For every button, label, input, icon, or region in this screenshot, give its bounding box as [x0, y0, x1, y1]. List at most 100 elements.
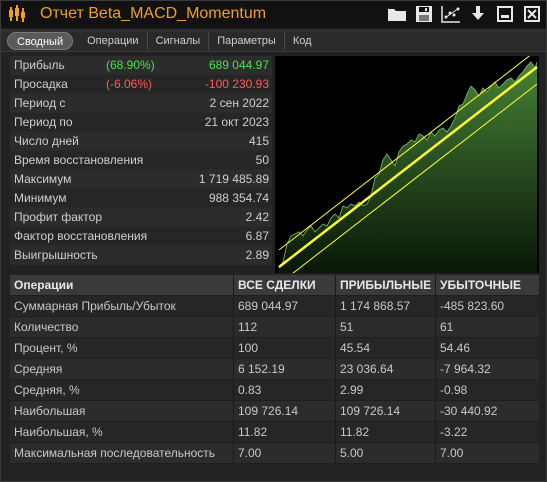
minimize-icon[interactable] [494, 4, 515, 24]
table-row: Максимальная последовательность 7.00 5.0… [10, 443, 539, 464]
table-cell: 7.00 [234, 443, 336, 463]
save-icon[interactable] [413, 4, 434, 24]
tab-signals[interactable]: Сигналы [148, 32, 210, 50]
equity-chart-svg [278, 56, 538, 273]
table-cell: 0.83 [234, 380, 336, 400]
folder-icon[interactable] [386, 4, 407, 24]
stat-label: Число дней [14, 134, 79, 148]
stat-value: 2.42 [245, 210, 269, 224]
stat-value: 1 719 485.89 [198, 172, 269, 186]
row-label: Наибольшая [10, 401, 234, 421]
table-cell: 109 726.14 [234, 401, 336, 421]
drawdown-value: -100 230.93 [204, 77, 269, 91]
tab-summary[interactable]: Сводный [7, 32, 74, 50]
table-row: Количество 112 51 61 [10, 317, 539, 338]
close-icon[interactable] [521, 4, 542, 24]
table-cell: 6 152.19 [234, 359, 336, 379]
operations-table: Операции ВСЕ СДЕЛКИ ПРИБЫЛЬНЫЕ УБЫТОЧНЫЕ… [10, 275, 539, 464]
table-cell: -3.22 [440, 425, 468, 439]
table-cell: -485 823.60 [440, 299, 505, 313]
stat-value: 415 [248, 134, 269, 148]
stat-row-profit-factor: Профит фактор 2.42 [10, 208, 272, 227]
row-label: Максимальная последовательность [10, 443, 234, 463]
header-cell: Операции [10, 275, 234, 295]
table-cell: 61 [440, 320, 454, 334]
table-cell: 689 044.97 [234, 296, 336, 316]
stat-label: Период по [14, 115, 73, 129]
table-row: Наибольшая 109 726.14 109 726.14 -30 440… [10, 401, 539, 422]
stat-value: 6.87 [245, 229, 269, 243]
tab-parameters[interactable]: Параметры [209, 32, 285, 50]
row-label: Средняя, % [10, 380, 234, 400]
table-cell: 23 036.64 [336, 359, 436, 379]
table-row: Средняя 6 152.19 23 036.64 -7 964.32 [10, 359, 539, 380]
row-label: Наибольшая, % [10, 422, 234, 442]
table-cell: 7.00 [440, 446, 464, 460]
stat-label: Период с [14, 96, 66, 110]
table-header: Операции ВСЕ СДЕЛКИ ПРИБЫЛЬНЫЕ УБЫТОЧНЫЕ [10, 275, 539, 296]
stat-row-drawdown: Просадка (-6.06%) -100 230.93 [10, 75, 272, 94]
table-cell: 109 726.14 [336, 401, 436, 421]
row-label: Количество [10, 317, 234, 337]
stat-value: 50 [255, 153, 269, 167]
tab-code[interactable]: Код [285, 32, 320, 50]
table-cell: 112 [234, 317, 336, 337]
stat-row-profit: Прибыль (68.90%) 689 044.97 [10, 56, 272, 75]
title-bar: Отчет Beta_MACD_Momentum [1, 1, 546, 28]
stat-label: Выигрышность [14, 248, 98, 262]
table-cell: -30 440.92 [440, 404, 498, 418]
table-row: Средняя, % 0.83 2.99 -0.98 [10, 380, 539, 401]
table-cell: -0.98 [440, 383, 468, 397]
tab-bar: Сводный Операции Сигналы Параметры Код [1, 30, 546, 52]
header-cell: ВСЕ СДЕЛКИ [234, 275, 336, 295]
stat-label: Минимум [14, 191, 67, 205]
app-logo-icon [9, 4, 27, 24]
stat-row-period-from: Период с 2 сен 2022 [10, 94, 272, 113]
row-label: Процент, % [10, 338, 234, 358]
drawdown-percent: (-6.06%) [106, 77, 153, 91]
summary-stats: Прибыль (68.90%) 689 044.97 Просадка (-6… [10, 56, 272, 265]
stat-value: 2 сен 2022 [209, 96, 269, 110]
stat-label: Просадка [14, 77, 68, 91]
table-cell: 54.46 [440, 341, 471, 355]
profit-value: 689 044.97 [208, 58, 269, 72]
stat-row-maximum: Максимум 1 719 485.89 [10, 170, 272, 189]
table-cell: 11.82 [234, 422, 336, 442]
stat-label: Профит фактор [14, 210, 103, 224]
table-cell: 2.99 [336, 380, 436, 400]
stat-row-win-rate: Выигрышность 2.89 [10, 246, 272, 265]
profit-percent: (68.90%) [106, 58, 155, 72]
stat-value: 21 окт 2023 [204, 115, 269, 129]
table-cell: 11.82 [336, 422, 436, 442]
report-window: Отчет Beta_MACD_Momentum Сводный Операци… [0, 0, 547, 482]
stat-row-minimum: Минимум 988 354.74 [10, 189, 272, 208]
stat-row-recovery-time: Время восстановления 50 [10, 151, 272, 170]
table-cell: 45.54 [336, 338, 436, 358]
equity-chart [275, 56, 539, 273]
table-cell: 5.00 [336, 443, 436, 463]
download-icon[interactable] [467, 4, 488, 24]
stat-value: 988 354.74 [208, 191, 269, 205]
row-label: Суммарная Прибыль/Убыток [10, 296, 234, 316]
stat-label: Фактор восстановления [14, 229, 148, 243]
table-cell: 1 174 868.57 [336, 296, 436, 316]
row-label: Средняя [10, 359, 234, 379]
stat-value: 2.89 [245, 248, 269, 262]
stat-row-period-to: Период по 21 окт 2023 [10, 113, 272, 132]
stat-label: Время восстановления [14, 153, 144, 167]
chart-icon[interactable] [440, 4, 461, 24]
tab-operations[interactable]: Операции [79, 32, 148, 50]
stat-row-recovery-factor: Фактор восстановления 6.87 [10, 227, 272, 246]
table-row: Наибольшая, % 11.82 11.82 -3.22 [10, 422, 539, 443]
stat-row-days: Число дней 415 [10, 132, 272, 151]
table-cell: 51 [336, 317, 436, 337]
table-cell: -7 964.32 [440, 362, 491, 376]
toolbar [386, 4, 542, 24]
stat-label: Прибыль [14, 58, 65, 72]
stat-label: Максимум [14, 172, 72, 186]
header-cell: УБЫТОЧНЫЕ [440, 278, 522, 292]
table-row: Суммарная Прибыль/Убыток 689 044.97 1 17… [10, 296, 539, 317]
window-title: Отчет Beta_MACD_Momentum [40, 5, 267, 22]
header-cell: ПРИБЫЛЬНЫЕ [336, 275, 436, 295]
table-row: Процент, % 100 45.54 54.46 [10, 338, 539, 359]
